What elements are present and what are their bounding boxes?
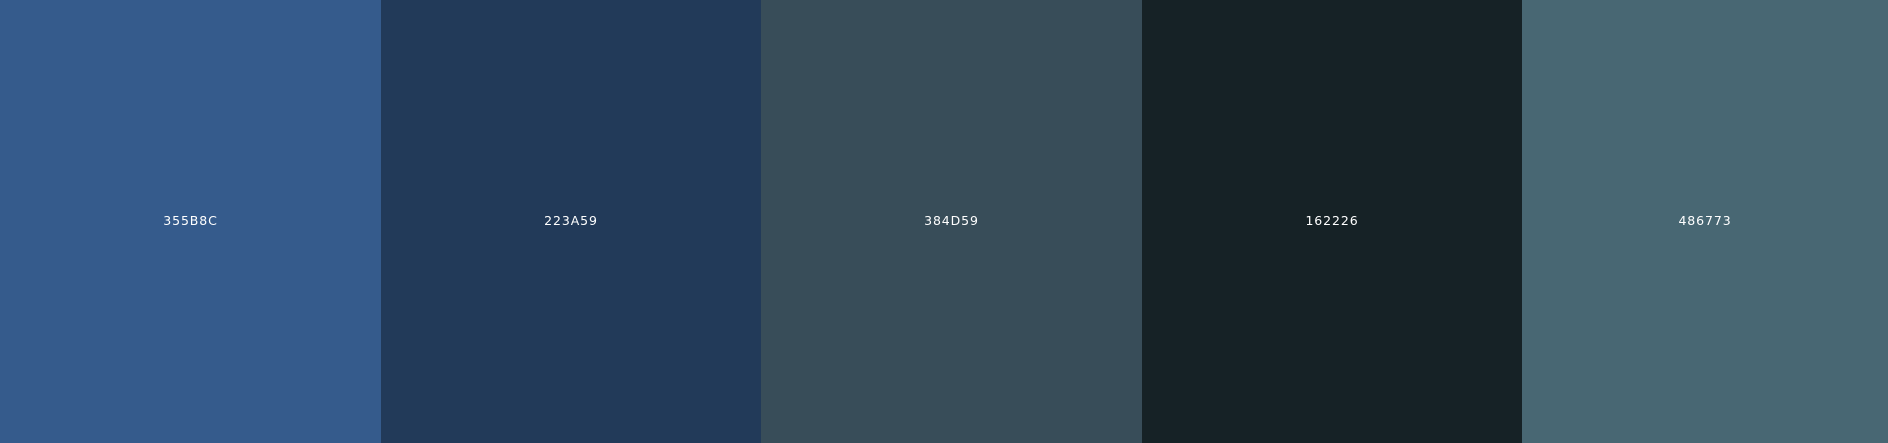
color-swatch-4[interactable]: 162226 [1142,0,1522,443]
color-swatch-5[interactable]: 486773 [1522,0,1888,443]
color-code-label[interactable]: 355B8C [163,215,218,228]
color-swatch-1[interactable]: 355B8C [0,0,381,443]
color-swatch-2[interactable]: 223A59 [381,0,761,443]
color-code-label[interactable]: 162226 [1305,215,1358,228]
color-code-label[interactable]: 486773 [1678,215,1731,228]
color-palette: 355B8C 223A59 384D59 162226 486773 [0,0,1888,443]
color-code-label[interactable]: 223A59 [544,215,598,228]
color-swatch-3[interactable]: 384D59 [761,0,1142,443]
color-code-label[interactable]: 384D59 [924,215,979,228]
